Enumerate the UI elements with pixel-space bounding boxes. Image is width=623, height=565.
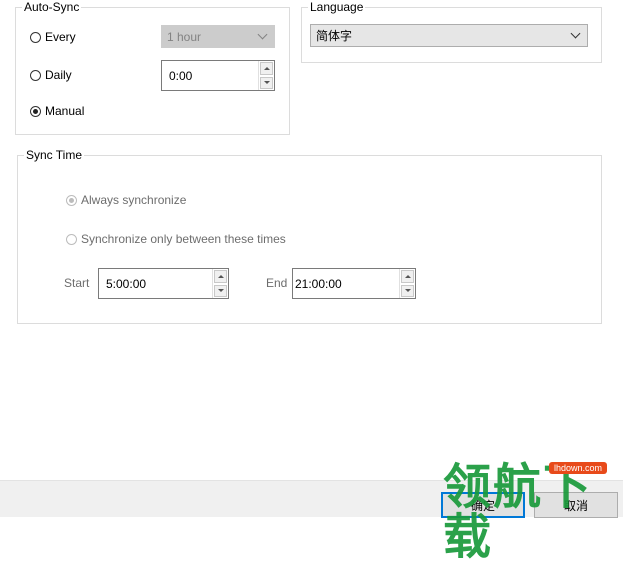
every-radio[interactable]: Every [30, 30, 76, 44]
end-time-value[interactable]: 21:00:00 [293, 277, 399, 291]
always-sync-label: Always synchronize [81, 193, 187, 207]
chevron-down-icon [257, 29, 268, 40]
every-interval-select[interactable]: 1 hour [161, 25, 275, 48]
auto-sync-legend: Auto-Sync [22, 0, 82, 14]
daily-time-up-button[interactable] [260, 62, 273, 75]
daily-time-stepper[interactable]: 0:00 [161, 60, 275, 91]
every-interval-value: 1 hour [167, 29, 202, 44]
daily-time-down-button[interactable] [260, 76, 273, 89]
start-time-value[interactable]: 5:00:00 [99, 277, 212, 291]
language-legend: Language [308, 0, 366, 14]
end-time-up-button[interactable] [401, 270, 414, 283]
start-label: Start [64, 276, 90, 290]
sync-time-legend: Sync Time [24, 148, 85, 162]
manual-radio[interactable]: Manual [30, 104, 84, 118]
watermark-text: 领航下载 [443, 459, 594, 565]
daily-time-value[interactable]: 0:00 [162, 69, 258, 83]
language-select[interactable]: 简体字 [310, 24, 588, 47]
end-label: End [266, 276, 288, 290]
end-time-spin-buttons [399, 269, 415, 298]
arrow-down-icon [217, 289, 224, 293]
daily-radio-circle[interactable] [30, 69, 41, 81]
watermark-url: lhdown.com [549, 462, 608, 474]
start-time-up-button[interactable] [214, 270, 227, 283]
end-time-down-button[interactable] [401, 284, 414, 297]
language-value: 简体字 [316, 29, 353, 43]
always-sync-radio[interactable]: Always synchronize [66, 193, 186, 207]
between-times-radio-circle[interactable] [66, 233, 77, 245]
always-sync-radio-circle[interactable] [66, 194, 77, 206]
daily-time-spin-buttons [258, 61, 274, 90]
chevron-down-icon [570, 28, 581, 39]
arrow-down-icon [404, 289, 411, 293]
start-time-down-button[interactable] [214, 284, 227, 297]
every-radio-circle[interactable] [30, 31, 41, 43]
manual-radio-circle[interactable] [30, 105, 41, 117]
between-times-radio[interactable]: Synchronize only between these times [66, 232, 286, 246]
arrow-up-icon [404, 274, 411, 278]
start-time-stepper[interactable]: 5:00:00 [98, 268, 229, 299]
arrow-down-icon [263, 81, 270, 85]
end-time-stepper[interactable]: 21:00:00 [292, 268, 416, 299]
every-label: Every [45, 30, 76, 44]
start-time-spin-buttons [212, 269, 228, 298]
between-times-label: Synchronize only between these times [81, 232, 286, 246]
daily-label: Daily [45, 68, 72, 82]
daily-radio[interactable]: Daily [30, 68, 72, 82]
manual-label: Manual [45, 104, 85, 118]
arrow-up-icon [217, 274, 224, 278]
arrow-up-icon [263, 66, 270, 70]
